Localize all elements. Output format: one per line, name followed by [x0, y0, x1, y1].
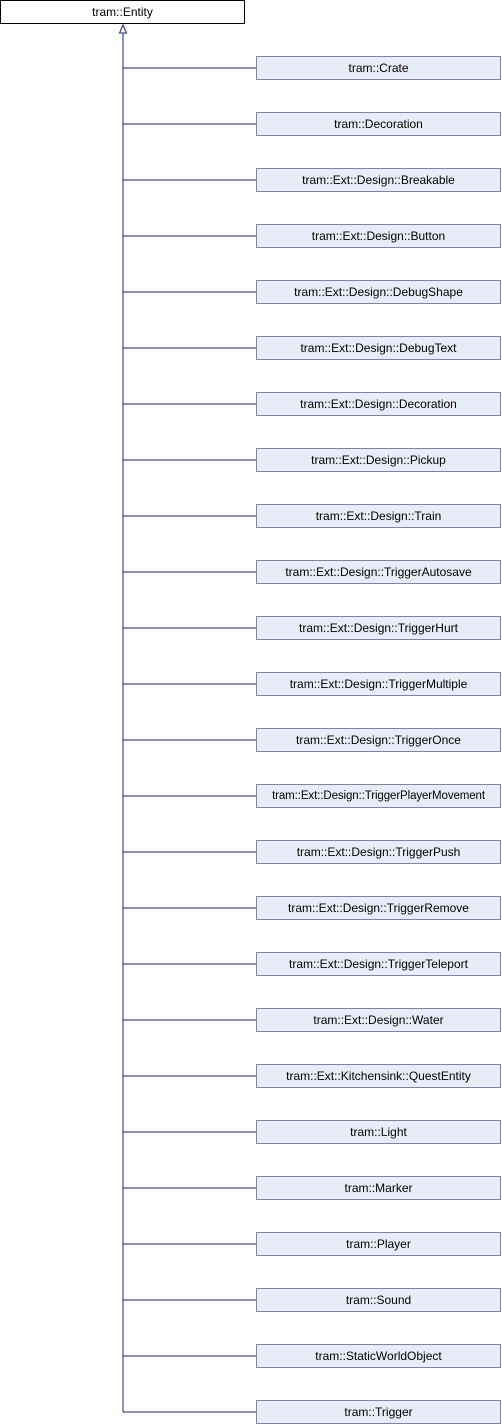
derived-class-node[interactable]: tram::Ext::Design::TriggerMultiple: [256, 672, 501, 696]
derived-class-node[interactable]: tram::Ext::Design::Decoration: [256, 392, 501, 416]
derived-class-node[interactable]: tram::Crate: [256, 56, 501, 80]
derived-class-node[interactable]: tram::Sound: [256, 1288, 501, 1312]
derived-class-node[interactable]: tram::Light: [256, 1120, 501, 1144]
inheritance-edges: [118, 23, 256, 1413]
derived-class-node[interactable]: tram::Player: [256, 1232, 501, 1256]
derived-class-node[interactable]: tram::Ext::Kitchensink::QuestEntity: [256, 1064, 501, 1088]
derived-class-node[interactable]: tram::Trigger: [256, 1400, 501, 1424]
derived-class-node[interactable]: tram::Ext::Design::Pickup: [256, 448, 501, 472]
derived-class-node[interactable]: tram::Ext::Design::TriggerOnce: [256, 728, 501, 752]
inheritance-diagram: tram::Entity tram::Cratetram::Decoration…: [0, 0, 502, 1424]
derived-class-node[interactable]: tram::Decoration: [256, 112, 501, 136]
derived-class-node[interactable]: tram::Ext::Design::DebugShape: [256, 280, 501, 304]
derived-class-node[interactable]: tram::Ext::Design::Water: [256, 1008, 501, 1032]
derived-class-node[interactable]: tram::Ext::Design::Breakable: [256, 168, 501, 192]
derived-class-node[interactable]: tram::StaticWorldObject: [256, 1344, 501, 1368]
derived-class-node[interactable]: tram::Ext::Design::DebugText: [256, 336, 501, 360]
derived-class-node[interactable]: tram::Ext::Design::TriggerPlayerMovement: [256, 784, 501, 808]
derived-class-node[interactable]: tram::Ext::Design::TriggerAutosave: [256, 560, 501, 584]
derived-class-node[interactable]: tram::Ext::Design::Train: [256, 504, 501, 528]
derived-class-node[interactable]: tram::Ext::Design::TriggerHurt: [256, 616, 501, 640]
derived-class-node[interactable]: tram::Ext::Design::TriggerTeleport: [256, 952, 501, 976]
derived-class-node[interactable]: tram::Marker: [256, 1176, 501, 1200]
derived-class-node[interactable]: tram::Ext::Design::TriggerPush: [256, 840, 501, 864]
root-class-node[interactable]: tram::Entity: [0, 0, 245, 24]
derived-class-node[interactable]: tram::Ext::Design::Button: [256, 224, 501, 248]
derived-class-node[interactable]: tram::Ext::Design::TriggerRemove: [256, 896, 501, 920]
inheritance-arrowhead: [118, 23, 128, 34]
